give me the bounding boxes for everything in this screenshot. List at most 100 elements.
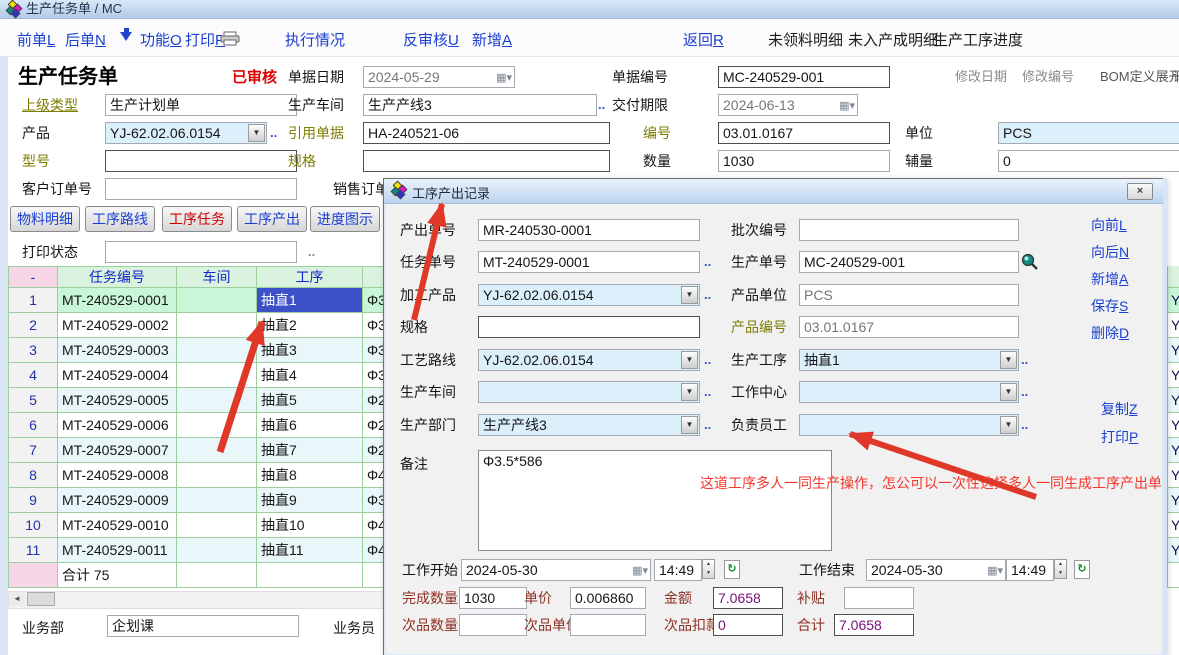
- row-process[interactable]: 抽直10: [257, 513, 363, 538]
- dlg-workshop-dropdown-button[interactable]: ▼: [681, 383, 698, 401]
- row-workshop[interactable]: [177, 363, 257, 388]
- doc-no-field[interactable]: MC-240529-001: [718, 66, 890, 88]
- row-workshop[interactable]: [177, 388, 257, 413]
- table-row[interactable]: 8 MT-240529-0008 抽直8 Φ4: [9, 463, 384, 488]
- start-time-field[interactable]: 14:49: [654, 559, 702, 581]
- prod-no-lookup-icon[interactable]: [1021, 253, 1039, 271]
- row-task-no[interactable]: MT-240529-0008: [58, 463, 177, 488]
- employee-browse-button[interactable]: ..: [1021, 414, 1028, 436]
- row-index[interactable]: 10: [9, 513, 58, 538]
- flag-cell[interactable]: Y: [1167, 513, 1179, 538]
- row-task-no[interactable]: MT-240529-0001: [58, 288, 177, 313]
- row-process[interactable]: 抽直5: [257, 388, 363, 413]
- tb-unfinished-detail-button[interactable]: 未入产成明细: [848, 29, 938, 50]
- row-task-no[interactable]: MT-240529-0005: [58, 388, 177, 413]
- product-browse-button[interactable]: ..: [270, 122, 277, 144]
- table-row[interactable]: 1 MT-240529-0001 抽直1 Φ3: [9, 288, 384, 313]
- flag-cell[interactable]: Y: [1167, 363, 1179, 388]
- start-date-field[interactable]: 2024-05-30▦▾: [461, 559, 651, 581]
- ref-doc-field[interactable]: HA-240521-06: [363, 122, 610, 144]
- dlg-dept-browse-button[interactable]: ..: [704, 414, 711, 436]
- defect-qty-field[interactable]: [459, 614, 527, 636]
- row-workshop[interactable]: [177, 463, 257, 488]
- row-index[interactable]: 9: [9, 488, 58, 513]
- start-time-down[interactable]: ▼: [703, 569, 714, 578]
- printer-icon[interactable]: [220, 31, 240, 46]
- end-date-field[interactable]: 2024-05-30▦▾: [866, 559, 1006, 581]
- doc-date-calendar-icon[interactable]: ▦▾: [496, 68, 512, 88]
- process-dropdown-button[interactable]: ▼: [1000, 351, 1017, 369]
- row-workshop[interactable]: [177, 413, 257, 438]
- end-time-refresh-icon[interactable]: ↻: [1074, 560, 1090, 579]
- row-index[interactable]: 6: [9, 413, 58, 438]
- aux-qty-field[interactable]: 0: [998, 150, 1179, 172]
- row-task-no[interactable]: MT-240529-0009: [58, 488, 177, 513]
- row-spec[interactable]: Φ4: [363, 538, 384, 563]
- row-workshop[interactable]: [177, 288, 257, 313]
- row-spec[interactable]: Φ2: [363, 413, 384, 438]
- output-no-field[interactable]: MR-240530-0001: [478, 219, 700, 241]
- row-workshop[interactable]: [177, 438, 257, 463]
- dlg-dept-combo[interactable]: 生产产线3▼: [478, 414, 700, 436]
- row-spec[interactable]: Φ3: [363, 338, 384, 363]
- process-browse-button[interactable]: ..: [1021, 349, 1028, 371]
- tb-add-button[interactable]: 新增A: [472, 29, 512, 50]
- dlg-total-field[interactable]: 7.0658: [834, 614, 914, 636]
- parent-type-field[interactable]: 生产计划单: [105, 94, 297, 116]
- horizontal-scrollbar[interactable]: ◄: [8, 591, 385, 609]
- tab-process-route[interactable]: 工序路线: [85, 206, 155, 232]
- row-spec[interactable]: Φ4: [363, 513, 384, 538]
- row-spec[interactable]: Φ3: [363, 363, 384, 388]
- unit-field[interactable]: PCS: [998, 122, 1179, 144]
- workshop-browse-button[interactable]: ..: [598, 94, 605, 116]
- route-dropdown-button[interactable]: ▼: [681, 351, 698, 369]
- row-process[interactable]: 抽直8: [257, 463, 363, 488]
- code-field[interactable]: 03.01.0167: [718, 122, 890, 144]
- row-workshop[interactable]: [177, 538, 257, 563]
- done-qty-field[interactable]: 1030: [459, 587, 527, 609]
- tb-exec-status-button[interactable]: 执行情况: [285, 29, 345, 50]
- row-index[interactable]: 11: [9, 538, 58, 563]
- row-spec[interactable]: Φ3: [363, 288, 384, 313]
- row-index[interactable]: 4: [9, 363, 58, 388]
- dlg-dept-dropdown-button[interactable]: ▼: [681, 416, 698, 434]
- route-combo[interactable]: YJ-62.02.06.0154▼: [478, 349, 700, 371]
- row-task-no[interactable]: MT-240529-0011: [58, 538, 177, 563]
- product-dropdown-button[interactable]: ▼: [248, 124, 265, 142]
- flag-cell[interactable]: Y: [1167, 488, 1179, 513]
- print-status-browse-button[interactable]: ..: [308, 241, 315, 263]
- row-index[interactable]: 5: [9, 388, 58, 413]
- employee-combo[interactable]: ▼: [799, 414, 1019, 436]
- nav-copy-button[interactable]: 复制Z: [1101, 399, 1138, 419]
- dlg-workshop-browse-button[interactable]: ..: [704, 381, 711, 403]
- row-spec[interactable]: Φ3: [363, 488, 384, 513]
- dlg-product-browse-button[interactable]: ..: [704, 284, 711, 306]
- row-spec[interactable]: Φ2: [363, 388, 384, 413]
- table-row[interactable]: 3 MT-240529-0003 抽直3 Φ3: [9, 338, 384, 363]
- row-process[interactable]: 抽直3: [257, 338, 363, 363]
- row-task-no[interactable]: MT-240529-0006: [58, 413, 177, 438]
- row-workshop[interactable]: [177, 313, 257, 338]
- table-row[interactable]: 10 MT-240529-0010 抽直10 Φ4: [9, 513, 384, 538]
- table-row[interactable]: 7 MT-240529-0007 抽直7 Φ2: [9, 438, 384, 463]
- scrollbar-thumb[interactable]: [27, 592, 55, 606]
- nav-delete-button[interactable]: 删除D: [1091, 323, 1129, 343]
- dialog-titlebar[interactable]: 工序产出记录: [384, 179, 1164, 204]
- row-process[interactable]: 抽直11: [257, 538, 363, 563]
- defect-price-field[interactable]: [570, 614, 646, 636]
- customer-order-field[interactable]: [105, 178, 297, 200]
- prod-no-field[interactable]: MC-240529-001: [799, 251, 1019, 273]
- flag-cell[interactable]: Y: [1167, 538, 1179, 563]
- dept-field[interactable]: 企划课: [107, 615, 299, 637]
- start-time-up[interactable]: ▲: [703, 560, 714, 569]
- workcenter-browse-button[interactable]: ..: [1021, 381, 1028, 403]
- defect-deduct-field[interactable]: 0: [713, 614, 783, 636]
- employee-dropdown-button[interactable]: ▼: [1000, 416, 1017, 434]
- model-field[interactable]: [105, 150, 297, 172]
- start-time-spinner[interactable]: ▲▼: [702, 559, 715, 579]
- spec-field[interactable]: [363, 150, 610, 172]
- print-status-field[interactable]: [105, 241, 297, 263]
- row-spec[interactable]: Φ2: [363, 438, 384, 463]
- table-row[interactable]: 2 MT-240529-0002 抽直2 Φ3: [9, 313, 384, 338]
- table-row[interactable]: 6 MT-240529-0006 抽直6 Φ2: [9, 413, 384, 438]
